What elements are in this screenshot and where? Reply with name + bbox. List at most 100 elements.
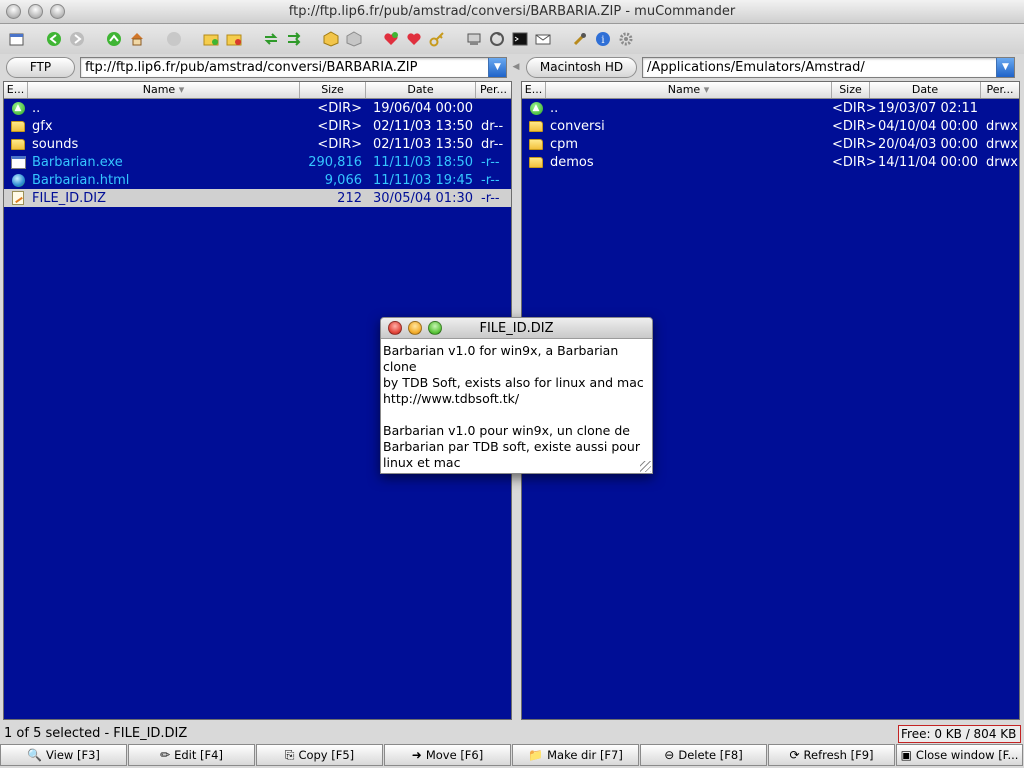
file-name: demos bbox=[550, 154, 594, 170]
minimize-icon[interactable] bbox=[408, 321, 422, 335]
bookmark-folder-icon[interactable] bbox=[223, 28, 245, 50]
unpack-icon[interactable] bbox=[343, 28, 365, 50]
copy-button[interactable]: ⎘ Copy [F5] bbox=[256, 744, 383, 766]
html-file-icon bbox=[11, 173, 25, 187]
column-date[interactable]: Date bbox=[366, 82, 476, 98]
resize-grip-icon[interactable] bbox=[640, 461, 651, 472]
file-row[interactable]: demos <DIR> 14/11/04 00:00 drwx bbox=[522, 153, 1019, 171]
new-window-icon[interactable] bbox=[6, 28, 28, 50]
file-size: <DIR> bbox=[832, 100, 877, 116]
file-permissions: dr-- bbox=[481, 118, 504, 134]
file-row[interactable]: ▲.. <DIR> 19/03/07 02:11 bbox=[522, 99, 1019, 117]
file-type-cell bbox=[4, 173, 32, 187]
right-path-field[interactable]: /Applications/Emulators/Amstrad/ ▼ bbox=[642, 56, 1015, 78]
email-icon[interactable] bbox=[532, 28, 554, 50]
file-date: 02/11/03 13:50 bbox=[373, 136, 473, 152]
right-drive-button[interactable]: Macintosh HD bbox=[526, 56, 637, 78]
file-type-cell: ▲ bbox=[522, 101, 550, 115]
file-name: conversi bbox=[550, 118, 605, 134]
view-button[interactable]: 🔍 View [F3] bbox=[0, 744, 127, 766]
file-date: 30/05/04 01:30 bbox=[373, 190, 473, 206]
file-row[interactable]: Barbarian.html 9,066 11/11/03 19:45 -r-- bbox=[4, 171, 511, 189]
home-icon[interactable] bbox=[126, 28, 148, 50]
connect-server-icon[interactable] bbox=[426, 28, 448, 50]
file-size: <DIR> bbox=[317, 118, 362, 134]
file-row[interactable]: Barbarian.exe 290,816 11/11/03 18:50 -r-- bbox=[4, 153, 511, 171]
file-size: <DIR> bbox=[832, 118, 877, 134]
pack-icon[interactable] bbox=[320, 28, 342, 50]
file-date: 11/11/03 19:45 bbox=[373, 172, 473, 188]
svg-text:i: i bbox=[601, 35, 604, 46]
close-window-button[interactable]: ▣ Close window [F... bbox=[896, 744, 1023, 766]
file-permissions: -r-- bbox=[481, 172, 500, 188]
refresh-button[interactable]: ⟳ Refresh [F9] bbox=[768, 744, 895, 766]
make-dir-button[interactable]: 📁 Make dir [F7] bbox=[512, 744, 639, 766]
viewer-title-bar[interactable]: FILE_ID.DIZ bbox=[381, 318, 652, 339]
column-extension[interactable]: E... bbox=[522, 82, 546, 98]
file-viewer-window[interactable]: FILE_ID.DIZ Barbarian v1.0 for win9x, a … bbox=[380, 317, 653, 474]
back-icon[interactable] bbox=[43, 28, 65, 50]
left-location-bar: FTP ftp://ftp.lip6.fr/pub/amstrad/conver… bbox=[0, 55, 512, 79]
sort-arrow-icon: ▾ bbox=[703, 83, 710, 96]
column-name[interactable]: Name ▾ bbox=[546, 82, 832, 98]
file-type-cell bbox=[522, 156, 550, 168]
left-path-field[interactable]: ftp://ftp.lip6.fr/pub/amstrad/conversi/B… bbox=[80, 56, 507, 78]
file-row[interactable]: conversi <DIR> 04/10/04 00:00 drwx bbox=[522, 117, 1019, 135]
move-button[interactable]: ➜ Move [F6] bbox=[384, 744, 511, 766]
stop-icon[interactable] bbox=[163, 28, 185, 50]
zoom-icon[interactable] bbox=[428, 321, 442, 335]
button-label: Make dir [F7] bbox=[547, 748, 623, 762]
file-type-cell bbox=[4, 155, 32, 169]
file-permissions: -r-- bbox=[481, 154, 500, 170]
settings-gear-icon[interactable] bbox=[615, 28, 637, 50]
file-row[interactable]: sounds <DIR> 02/11/03 13:50 dr-- bbox=[4, 135, 511, 153]
file-row[interactable]: cpm <DIR> 20/04/03 00:00 drwx bbox=[522, 135, 1019, 153]
minimize-window-icon[interactable] bbox=[28, 4, 43, 19]
file-size: <DIR> bbox=[832, 136, 877, 152]
button-label: Refresh [F9] bbox=[803, 748, 874, 762]
viewer-window-controls bbox=[388, 321, 442, 335]
sync-icon[interactable] bbox=[486, 28, 508, 50]
column-date[interactable]: Date bbox=[870, 82, 981, 98]
copy-icon: ⎘ bbox=[284, 747, 295, 762]
about-icon[interactable]: i bbox=[592, 28, 614, 50]
chevron-down-icon[interactable]: ▼ bbox=[488, 57, 506, 77]
set-same-folder-icon[interactable] bbox=[283, 28, 305, 50]
parent-folder-icon[interactable] bbox=[103, 28, 125, 50]
file-row[interactable]: FILE_ID.DIZ 212 30/05/04 01:30 -r-- bbox=[4, 189, 511, 207]
left-path-text: ftp://ftp.lip6.fr/pub/amstrad/conversi/B… bbox=[85, 59, 418, 75]
column-permissions[interactable]: Per... bbox=[476, 82, 511, 98]
viewer-text-content[interactable]: Barbarian v1.0 for win9x, a Barbarian cl… bbox=[381, 339, 652, 473]
file-row[interactable]: gfx <DIR> 02/11/03 13:50 dr-- bbox=[4, 117, 511, 135]
delete-button[interactable]: ⊖ Delete [F8] bbox=[640, 744, 767, 766]
panel-splitter-handle[interactable]: ◀ bbox=[512, 55, 520, 79]
left-drive-button[interactable]: FTP bbox=[6, 56, 75, 78]
column-extension[interactable]: E... bbox=[4, 82, 28, 98]
make-dir-icon: 📁 bbox=[528, 748, 544, 762]
file-size: <DIR> bbox=[832, 154, 877, 170]
close-icon[interactable] bbox=[388, 321, 402, 335]
edit-bookmarks-icon[interactable] bbox=[403, 28, 425, 50]
text-file-icon bbox=[12, 191, 24, 205]
terminal-icon[interactable] bbox=[509, 28, 531, 50]
edit-button[interactable]: ✏ Edit [F4] bbox=[128, 744, 255, 766]
sort-arrow-icon: ▾ bbox=[178, 83, 185, 96]
column-size[interactable]: Size bbox=[832, 82, 870, 98]
file-name: Barbarian.html bbox=[32, 172, 130, 188]
close-window-icon[interactable] bbox=[6, 4, 21, 19]
column-size[interactable]: Size bbox=[300, 82, 366, 98]
add-bookmark-icon[interactable] bbox=[380, 28, 402, 50]
forward-icon[interactable] bbox=[66, 28, 88, 50]
chevron-down-icon[interactable]: ▼ bbox=[996, 57, 1014, 77]
preferences-icon[interactable] bbox=[569, 28, 591, 50]
column-permissions[interactable]: Per... bbox=[981, 82, 1019, 98]
run-command-icon[interactable] bbox=[463, 28, 485, 50]
file-type-cell bbox=[4, 138, 32, 150]
button-label: Edit [F4] bbox=[174, 748, 223, 762]
column-name[interactable]: Name ▾ bbox=[28, 82, 300, 98]
free-space-indicator: Free: 0 KB / 804 KB bbox=[898, 725, 1021, 743]
new-folder-icon[interactable] bbox=[200, 28, 222, 50]
file-row[interactable]: ▲.. <DIR> 19/06/04 00:00 bbox=[4, 99, 511, 117]
zoom-window-icon[interactable] bbox=[50, 4, 65, 19]
swap-panels-icon[interactable] bbox=[260, 28, 282, 50]
